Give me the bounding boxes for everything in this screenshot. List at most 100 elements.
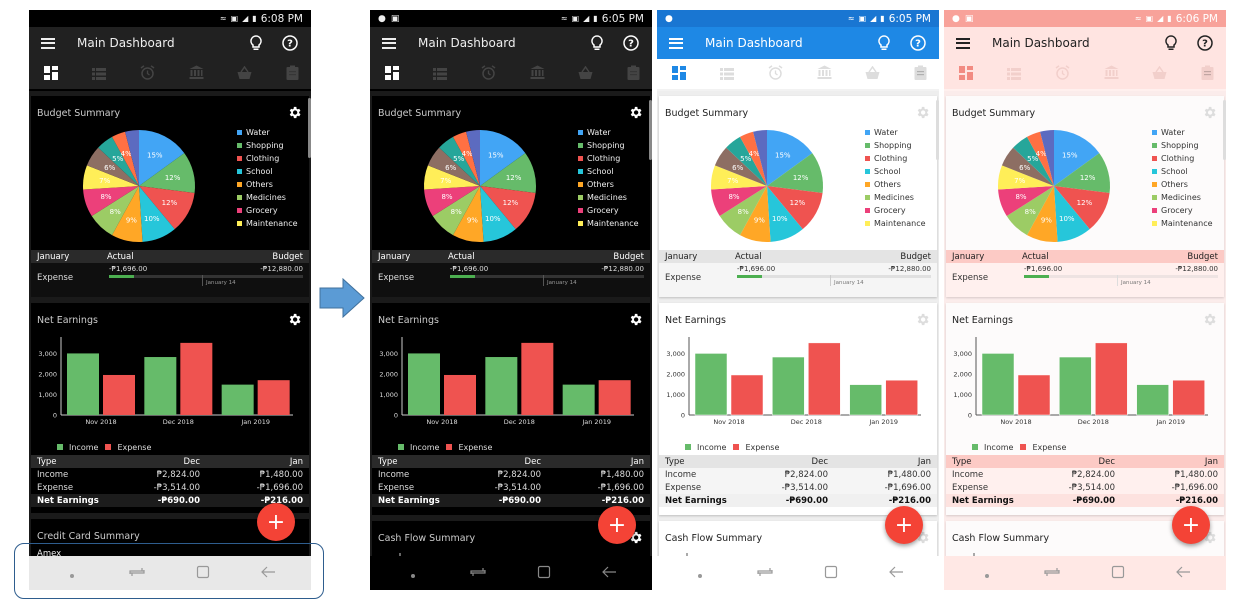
table-row[interactable]: Income ₱2,824.00 ₱1,480.00	[31, 468, 309, 481]
bar-income[interactable]	[221, 384, 254, 415]
bar-income[interactable]	[67, 353, 99, 415]
bar-expense[interactable]	[730, 374, 764, 416]
bar-expense[interactable]	[1172, 379, 1205, 416]
recent-apps-button[interactable]	[755, 563, 775, 583]
hamburger-menu-icon[interactable]	[41, 37, 55, 49]
back-button[interactable]	[886, 563, 906, 583]
tab-list[interactable]	[432, 66, 448, 82]
table-row[interactable]: Expense -₱3,514.00 -₱1,696.00	[946, 481, 1224, 494]
back-button[interactable]	[1173, 563, 1193, 583]
bar-income[interactable]	[485, 357, 518, 415]
budget-row-expense[interactable]: Expense -₱1,696.00 -₱12,880.00 January 1…	[372, 263, 650, 297]
help-circle-icon[interactable]: ?	[281, 34, 299, 52]
tab-accounts[interactable]	[529, 65, 545, 82]
bar-expense[interactable]	[180, 342, 213, 415]
home-button[interactable]	[821, 563, 841, 583]
home-button[interactable]	[534, 563, 554, 583]
bar-expense[interactable]	[1017, 374, 1051, 416]
table-row[interactable]: Income ₱2,824.00 ₱1,480.00	[659, 468, 937, 481]
table-row[interactable]: Net Earnings -₱690.00 -₱216.00	[372, 494, 650, 507]
bar-expense[interactable]	[444, 374, 476, 415]
tab-shopping[interactable]	[865, 65, 881, 82]
budget-row-expense[interactable]: Expense -₱1,696.00 -₱12,880.00 January 1…	[946, 263, 1224, 297]
bar-expense[interactable]	[103, 374, 135, 415]
help-circle-icon[interactable]: ?	[1196, 34, 1214, 52]
budget-row-expense[interactable]: Expense -₱1,696.00 -₱12,880.00 January 1…	[659, 263, 937, 297]
help-circle-icon[interactable]: ?	[909, 34, 927, 52]
bar-income[interactable]	[1059, 356, 1092, 416]
bar-income[interactable]	[144, 357, 177, 415]
tab-accounts[interactable]	[1103, 65, 1119, 82]
table-row[interactable]: Expense -₱3,514.00 -₱1,696.00	[31, 481, 309, 494]
bar-income[interactable]	[849, 384, 882, 416]
tab-notes[interactable]	[1200, 65, 1216, 82]
dashboard-content[interactable]: Budget Summary 15% 12% 12% 10% 9% 8% 8% 7% 6% 5% 4…	[657, 91, 939, 556]
add-fab-button[interactable]: +	[1172, 506, 1210, 544]
table-row[interactable]: Net Earnings -₱690.00 -₱216.00	[946, 494, 1224, 507]
scrollbar[interactable]	[308, 98, 311, 158]
tab-accounts[interactable]	[188, 65, 204, 82]
help-circle-icon[interactable]: ?	[622, 34, 640, 52]
tab-list[interactable]	[1006, 66, 1022, 82]
lightbulb-icon[interactable]	[247, 34, 265, 52]
tab-shopping[interactable]	[1152, 65, 1168, 82]
gear-icon[interactable]	[915, 105, 931, 121]
tab-notes[interactable]	[626, 65, 642, 82]
bar-income[interactable]	[981, 353, 1015, 416]
gear-icon[interactable]	[287, 105, 303, 121]
scrollbar[interactable]	[1223, 100, 1226, 160]
table-row[interactable]: Expense -₱3,514.00 -₱1,696.00	[659, 481, 937, 494]
bar-expense[interactable]	[808, 342, 841, 416]
scrollbar[interactable]	[936, 100, 939, 160]
tab-dashboard[interactable]	[43, 65, 59, 82]
scrollbar[interactable]	[649, 100, 652, 160]
tab-reminders[interactable]	[140, 64, 156, 82]
table-row[interactable]: Income ₱2,824.00 ₱1,480.00	[372, 468, 650, 481]
lightbulb-icon[interactable]	[1162, 34, 1180, 52]
add-fab-button[interactable]: +	[598, 506, 636, 544]
tab-dashboard[interactable]	[671, 65, 687, 82]
tab-shopping[interactable]	[237, 65, 253, 82]
tab-notes[interactable]	[285, 65, 301, 82]
tab-notes[interactable]	[913, 65, 929, 82]
table-row[interactable]: Expense -₱3,514.00 -₱1,696.00	[372, 481, 650, 494]
nav-dot-button[interactable]	[977, 563, 997, 583]
dashboard-content[interactable]: Budget Summary 15% 12% 12% 10% 9% 8% 8% 7% 6% 5% 4…	[370, 91, 652, 556]
tab-accounts[interactable]	[816, 65, 832, 82]
bar-expense[interactable]	[257, 380, 290, 415]
nav-dot-button[interactable]	[690, 563, 710, 583]
gear-icon[interactable]	[915, 312, 931, 328]
budget-row-expense[interactable]: Expense -₱1,696.00 -₱12,880.00 January 1…	[31, 263, 309, 297]
bar-income[interactable]	[772, 356, 805, 416]
home-button[interactable]	[1108, 563, 1128, 583]
add-fab-button[interactable]: +	[885, 506, 923, 544]
bar-income[interactable]	[694, 353, 728, 416]
gear-icon[interactable]	[1202, 105, 1218, 121]
bar-expense[interactable]	[1095, 342, 1128, 416]
tab-dashboard[interactable]	[958, 65, 974, 82]
table-row[interactable]: Net Earnings -₱690.00 -₱216.00	[659, 494, 937, 507]
hamburger-menu-icon[interactable]	[956, 37, 970, 49]
bar-income[interactable]	[408, 353, 440, 415]
add-fab-button[interactable]: +	[257, 503, 295, 541]
gear-icon[interactable]	[287, 312, 303, 328]
bar-expense[interactable]	[885, 379, 918, 416]
dashboard-content[interactable]: Budget Summary 15% 12% 12% 10% 9% 8% 8% 7% 6% 5% 4…	[944, 91, 1226, 556]
recent-apps-button[interactable]	[1042, 563, 1062, 583]
table-row[interactable]: Income ₱2,824.00 ₱1,480.00	[946, 468, 1224, 481]
tab-reminders[interactable]	[768, 64, 784, 82]
hamburger-menu-icon[interactable]	[382, 37, 396, 49]
gear-icon[interactable]	[1202, 312, 1218, 328]
bar-expense[interactable]	[521, 342, 554, 415]
tab-reminders[interactable]	[481, 64, 497, 82]
nav-dot-button[interactable]	[403, 563, 423, 583]
bar-income[interactable]	[562, 384, 595, 415]
recent-apps-button[interactable]	[468, 563, 488, 583]
tab-list[interactable]	[719, 66, 735, 82]
bar-expense[interactable]	[598, 380, 631, 415]
lightbulb-icon[interactable]	[588, 34, 606, 52]
tab-dashboard[interactable]	[384, 65, 400, 82]
gear-icon[interactable]	[628, 312, 644, 328]
dashboard-content[interactable]: Budget Summary 15% 12% 12% 10% 9% 8% 8% 7% 6% 5% 4…	[29, 91, 311, 556]
tab-list[interactable]	[91, 66, 107, 82]
